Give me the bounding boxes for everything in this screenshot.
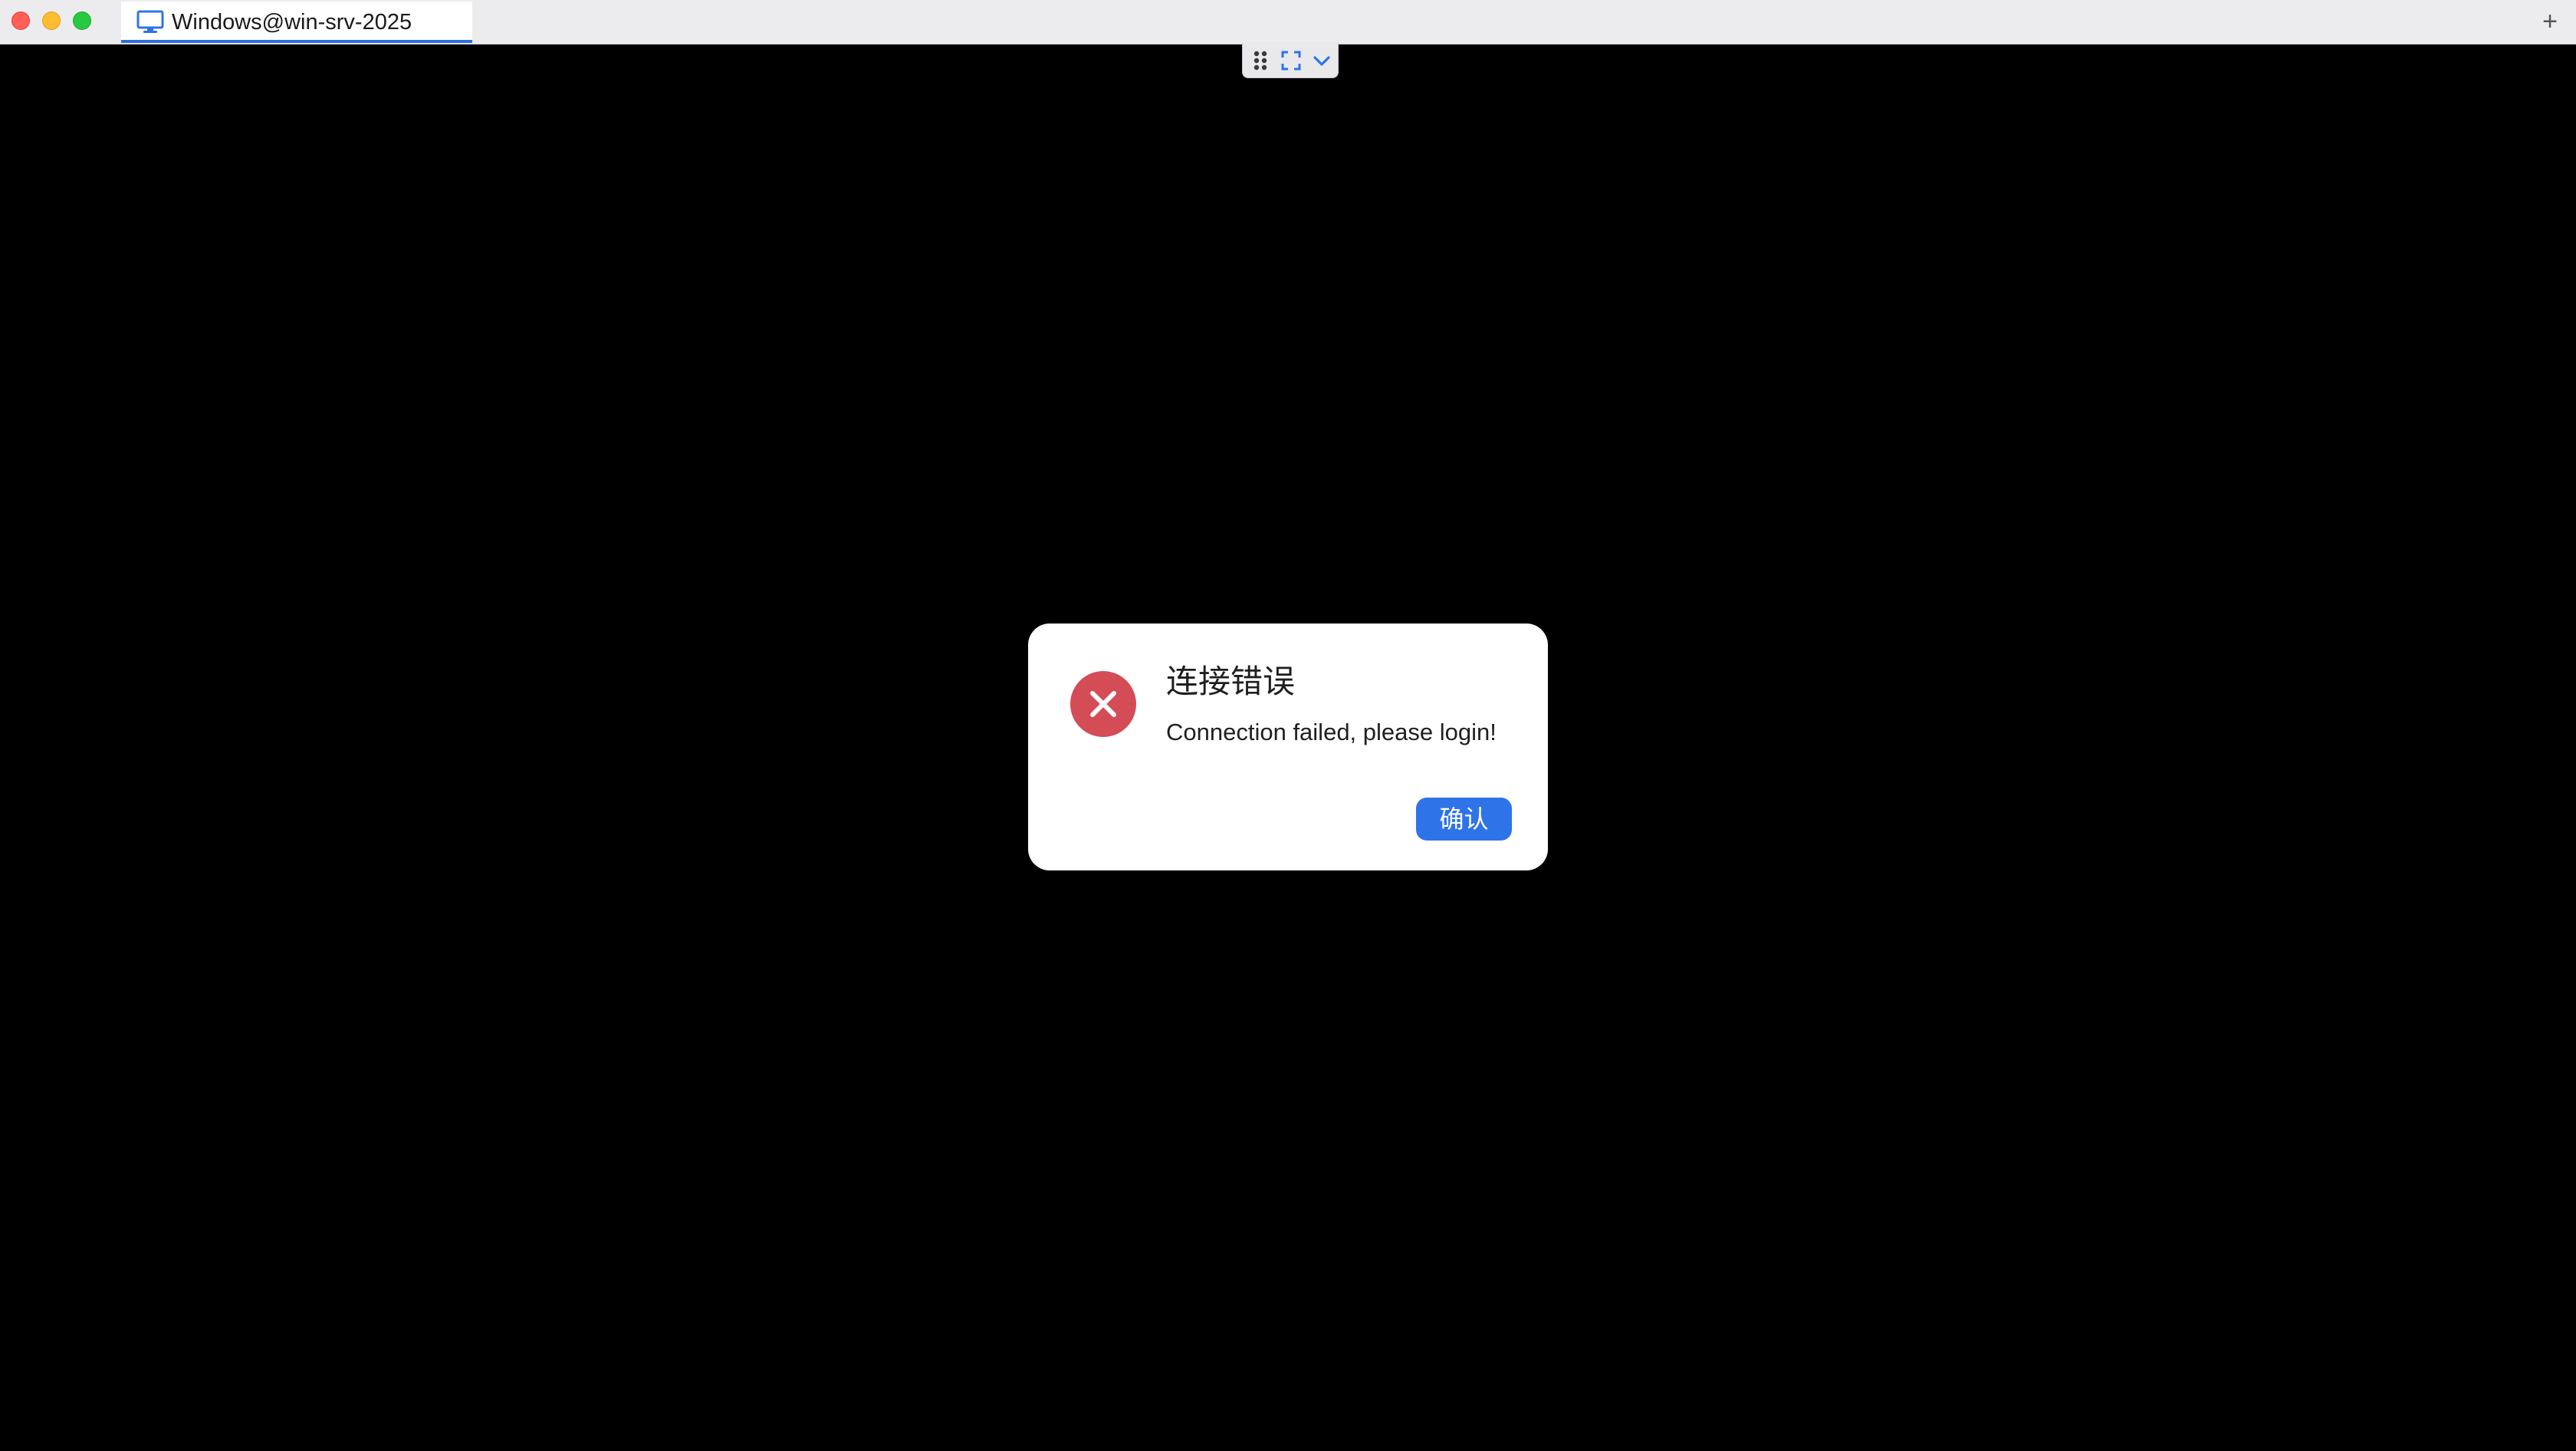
maximize-window-button[interactable] bbox=[73, 12, 91, 30]
dialog-message: Connection failed, please login! bbox=[1166, 719, 1497, 745]
dialog-title: 连接错误 bbox=[1166, 663, 1296, 699]
connection-error-dialog: 连接错误 Connection failed, please login! 确认 bbox=[1028, 624, 1548, 870]
tab-label: Windows@win-srv-2025 bbox=[172, 10, 412, 35]
confirm-button[interactable]: 确认 bbox=[1416, 798, 1512, 841]
title-bar: Windows@win-srv-2025 + bbox=[0, 0, 2576, 44]
new-tab-button[interactable]: + bbox=[2535, 6, 2565, 37]
grip-icon[interactable] bbox=[1249, 49, 1272, 72]
chevron-down-icon[interactable] bbox=[1310, 49, 1333, 72]
minimize-window-button[interactable] bbox=[42, 12, 61, 30]
floating-toolbar bbox=[1242, 43, 1339, 78]
tab-remote-session[interactable]: Windows@win-srv-2025 bbox=[121, 2, 472, 43]
fullscreen-icon[interactable] bbox=[1280, 49, 1303, 72]
app-window: Windows@win-srv-2025 + 连接错误 Connection f… bbox=[0, 0, 2576, 1451]
close-window-button[interactable] bbox=[12, 12, 30, 30]
error-icon bbox=[1070, 671, 1136, 737]
monitor-icon bbox=[136, 10, 164, 35]
